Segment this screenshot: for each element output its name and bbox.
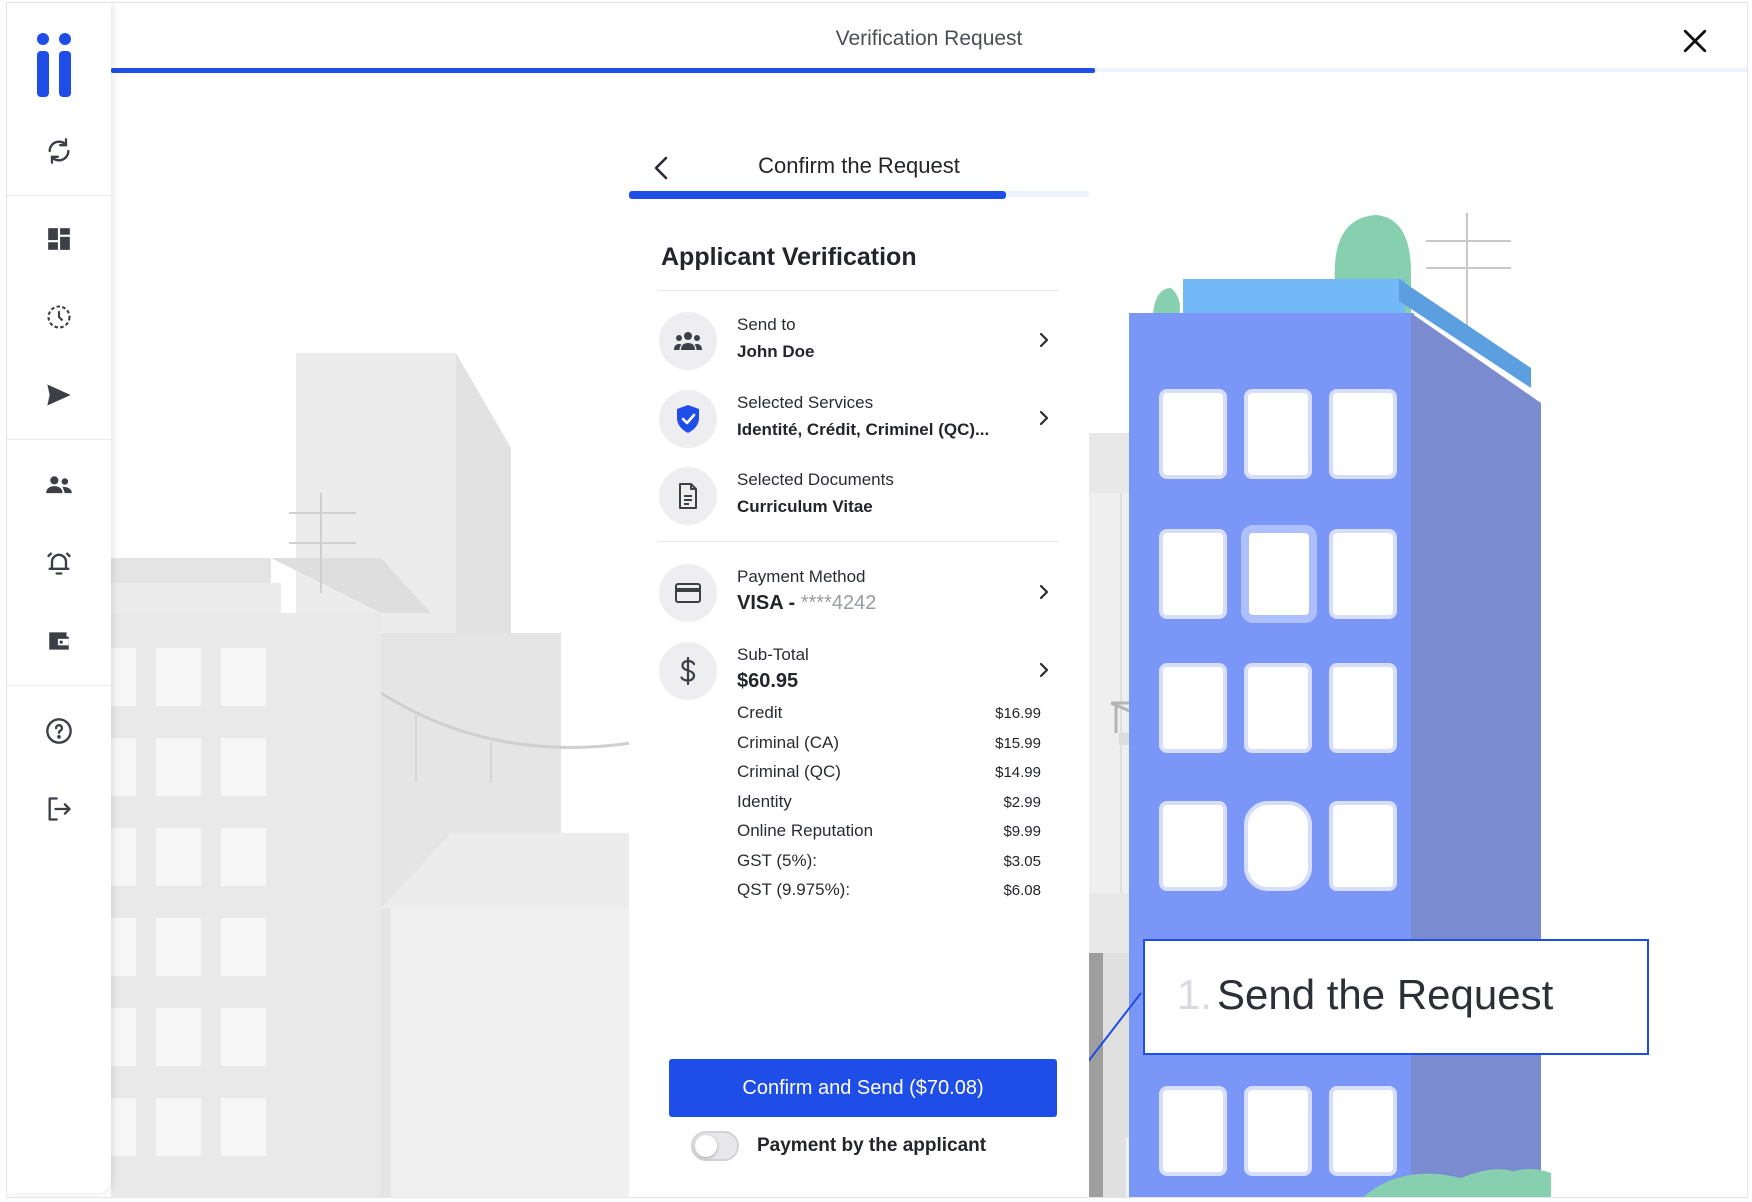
header-progress-bar	[111, 68, 1095, 73]
history-icon[interactable]	[37, 295, 81, 339]
payment-by-applicant-toggle[interactable]	[691, 1131, 739, 1161]
payment-label: Payment Method	[737, 567, 866, 586]
help-icon[interactable]	[37, 709, 81, 753]
chevron-right-icon	[1039, 584, 1049, 600]
card-brand: VISA -	[737, 592, 801, 614]
dashboard-icon[interactable]	[37, 217, 81, 261]
shield-check-icon	[659, 390, 717, 448]
page-title: Verification Request	[835, 27, 1023, 50]
documents-value: Curriculum Vitae	[737, 497, 873, 516]
chevron-right-icon	[1039, 332, 1049, 348]
subtotal-label: Sub-Total	[737, 645, 809, 664]
dollar-icon	[659, 642, 717, 700]
payment-method-row[interactable]: Payment Method VISA - ****4242	[659, 561, 1059, 623]
step-title: Confirm the Request	[758, 153, 960, 178]
section-heading: Applicant Verification	[661, 243, 917, 271]
fee-row: Criminal (QC) $14.99	[737, 762, 1041, 781]
credit-card-icon	[659, 564, 717, 622]
fee-row: GST (5%): $3.05	[737, 850, 1041, 870]
wallet-icon[interactable]	[37, 619, 81, 663]
step-callout: 1. Send the Request	[1143, 939, 1649, 1055]
refresh-icon[interactable]	[37, 129, 81, 173]
document-icon	[659, 467, 717, 525]
send-to-value: John Doe	[737, 342, 815, 361]
documents-row: Selected Documents Curriculum Vitae	[659, 464, 1059, 526]
brand-logo[interactable]	[37, 33, 87, 99]
fee-breakdown: Credit $16.99 Criminal (CA) $15.99 Crimina…	[737, 703, 1041, 910]
alarm-icon[interactable]	[37, 541, 81, 585]
payment-value: VISA - ****4242	[737, 592, 876, 615]
step-number: 1.	[1177, 971, 1213, 1018]
send-to-row[interactable]: Send to John Doe	[659, 309, 1059, 371]
fee-row: Criminal (CA) $15.99	[737, 732, 1041, 752]
step-text: Send the Request	[1217, 971, 1554, 1018]
confirm-panel: Confirm the Request Applicant Verificati…	[629, 131, 1089, 1197]
chevron-right-icon	[1039, 410, 1049, 426]
documents-label: Selected Documents	[737, 470, 894, 489]
send-to-label: Send to	[737, 315, 796, 334]
logout-icon[interactable]	[37, 787, 81, 831]
group-icon	[659, 312, 717, 370]
subtotal-value: $60.95	[737, 670, 799, 692]
toggle-label: Payment by the applicant	[757, 1135, 987, 1156]
chevron-right-icon	[1039, 662, 1049, 678]
fee-row: Online Reputation $9.99	[737, 821, 1041, 840]
services-label: Selected Services	[737, 393, 874, 412]
send-icon[interactable]	[37, 373, 81, 417]
sidebar	[7, 3, 111, 1193]
fee-row: Identity $2.99	[737, 791, 1041, 811]
card-number-masked: ****4242	[800, 592, 877, 614]
subtotal-row[interactable]: Sub-Total $60.95	[659, 639, 1059, 701]
users-icon[interactable]	[37, 463, 81, 507]
step-progress-bar	[629, 191, 1007, 199]
confirm-send-button[interactable]: Confirm and Send ($70.08)	[669, 1059, 1057, 1117]
close-icon[interactable]	[1675, 21, 1715, 61]
app-window: Verification Request Confirm the Request…	[6, 2, 1748, 1198]
fee-row: Credit $16.99	[737, 703, 1041, 722]
fee-row: QST (9.975%): $6.08	[737, 880, 1041, 899]
services-value: Identité, Crédit, Criminel (QC)...	[737, 420, 990, 439]
services-row[interactable]: Selected Services Identité, Crédit, Crim…	[659, 387, 1059, 449]
